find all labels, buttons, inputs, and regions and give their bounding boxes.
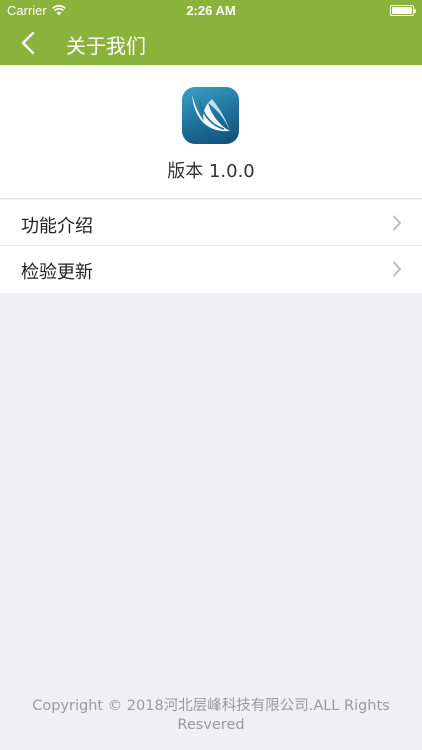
chevron-right-icon	[393, 215, 401, 231]
about-header: 版本 1.0.0	[0, 65, 422, 199]
copyright-footer: Copyright © 2018河北层峰科技有限公司.ALL Rights Re…	[32, 698, 390, 733]
wing-logo-icon	[192, 95, 230, 132]
chevron-right-icon	[393, 261, 401, 277]
status-time: 2:26 AM	[186, 3, 236, 18]
battery-level	[392, 7, 412, 14]
status-bar: Carrier 2:26 AM	[0, 0, 422, 20]
version-label: 版本 1.0.0	[167, 161, 255, 182]
battery-icon	[390, 5, 416, 16]
page-title: 关于我们	[66, 34, 146, 58]
back-button[interactable]	[12, 26, 46, 60]
app-logo	[182, 87, 239, 144]
menu-item-feature-intro[interactable]: 功能介绍	[0, 200, 422, 246]
menu-item-check-update[interactable]: 检验更新	[0, 246, 422, 293]
settings-menu: 功能介绍 检验更新	[0, 200, 422, 293]
menu-item-label: 检验更新	[21, 262, 93, 283]
menu-item-label: 功能介绍	[21, 216, 93, 237]
nav-bar: 关于我们	[0, 20, 422, 65]
chevron-left-icon	[21, 31, 35, 55]
